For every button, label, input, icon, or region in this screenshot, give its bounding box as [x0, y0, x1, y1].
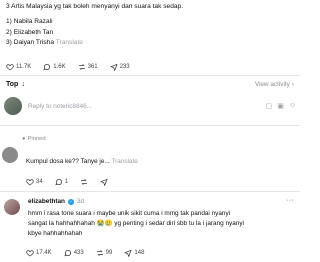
like-button[interactable]: 17.4K [26, 249, 52, 257]
heart-icon [6, 63, 14, 71]
composer-tools: ▢ ▣ ☺ [266, 102, 296, 110]
pin-icon: ● [22, 136, 26, 142]
sort-dropdown[interactable]: Top ↓︎ [6, 81, 25, 88]
repost-button[interactable]: 361 [78, 63, 98, 71]
pinned-label: ● Pinned [22, 136, 46, 142]
post-line: 2) Elizabeth Tan [6, 28, 54, 36]
heart-icon [26, 178, 34, 186]
share-button[interactable]: 233 [109, 63, 130, 71]
comment-count: 433 [73, 250, 84, 256]
repost-button[interactable] [80, 178, 88, 186]
like-count: 34 [36, 179, 43, 185]
emoji-icon[interactable]: ☺ [289, 102, 296, 110]
comment-count: 1 [64, 179, 69, 185]
repost-count: 99 [105, 250, 113, 256]
timestamp: 3d [76, 198, 85, 205]
gif-icon[interactable]: ▣ [277, 102, 284, 110]
more-options-icon[interactable]: ··· [286, 197, 295, 204]
share-icon [100, 178, 108, 186]
comment-header: elizabethtan ✓ 3d [28, 198, 84, 205]
comment-button[interactable]: 433 [64, 249, 84, 257]
comment-icon [55, 178, 63, 186]
reply-composer: Reply to noteric8846... ▢ ▣ ☺ [4, 94, 296, 118]
sort-row: Top ↓︎ View activity › [6, 78, 294, 90]
share-count: 148 [134, 250, 145, 256]
heart-icon [26, 249, 34, 257]
like-count: 11.7K [16, 64, 32, 70]
post-line: 1) Nabila Razali [6, 17, 53, 25]
share-button[interactable]: 148 [124, 249, 144, 257]
comment-actions: 34 1 [26, 178, 120, 186]
repost-icon [78, 63, 86, 71]
comment-icon [43, 63, 51, 71]
translate-link[interactable]: Translate [56, 39, 83, 46]
like-button[interactable]: 11.7K [6, 63, 31, 71]
divider [0, 75, 300, 76]
post-body: 3 Artis Malaysia yg tak boleh menyanyi d… [6, 2, 296, 49]
divider [0, 125, 300, 126]
share-icon [124, 249, 133, 257]
chevron-right-icon: › [291, 80, 294, 88]
share-button[interactable] [100, 178, 108, 186]
share-count: 233 [119, 64, 130, 70]
avatar [4, 97, 22, 115]
comment-icon [64, 249, 72, 257]
repost-icon [96, 249, 104, 257]
view-activity-label: View activity [254, 80, 290, 88]
chevron-down-icon: ↓︎ [21, 80, 25, 88]
like-count: 17.4K [36, 250, 52, 256]
repost-icon [80, 178, 88, 186]
repost-count: 361 [87, 64, 98, 70]
reply-input[interactable]: Reply to noteric8846... [28, 103, 266, 110]
post-line: 3 Artis Malaysia yg tak boleh menyanyi d… [6, 3, 184, 10]
username[interactable]: elizabethtan [28, 198, 65, 205]
divider [0, 191, 300, 192]
comment-actions: 17.4K 433 99 148 [26, 249, 156, 257]
image-icon[interactable]: ▢ [266, 102, 273, 110]
comment-text: Kumpul dosa ke?? Tanye je... Translate [26, 158, 138, 165]
pinned-text: Pinned [27, 136, 46, 142]
post-actions: 11.7K 1.6K 361 233 [6, 63, 142, 71]
translate-link[interactable]: Translate [111, 158, 137, 165]
comment-button[interactable]: 1.6K [43, 63, 66, 71]
comment-count: 1.6K [53, 64, 66, 70]
post-line: 3) Daiyan Trisha [6, 39, 55, 47]
sort-label: Top [6, 80, 19, 88]
like-button[interactable]: 34 [26, 178, 43, 186]
comment-button[interactable]: 1 [55, 178, 68, 186]
view-activity-link[interactable]: View activity › [255, 81, 294, 88]
verified-badge-icon: ✓ [67, 198, 74, 205]
repost-button[interactable]: 99 [96, 249, 113, 257]
share-icon [109, 63, 118, 71]
avatar[interactable] [4, 199, 20, 215]
avatar[interactable] [2, 147, 18, 163]
comment-text: hmm i rasa tone suara i maybe unik sikit… [28, 210, 244, 237]
